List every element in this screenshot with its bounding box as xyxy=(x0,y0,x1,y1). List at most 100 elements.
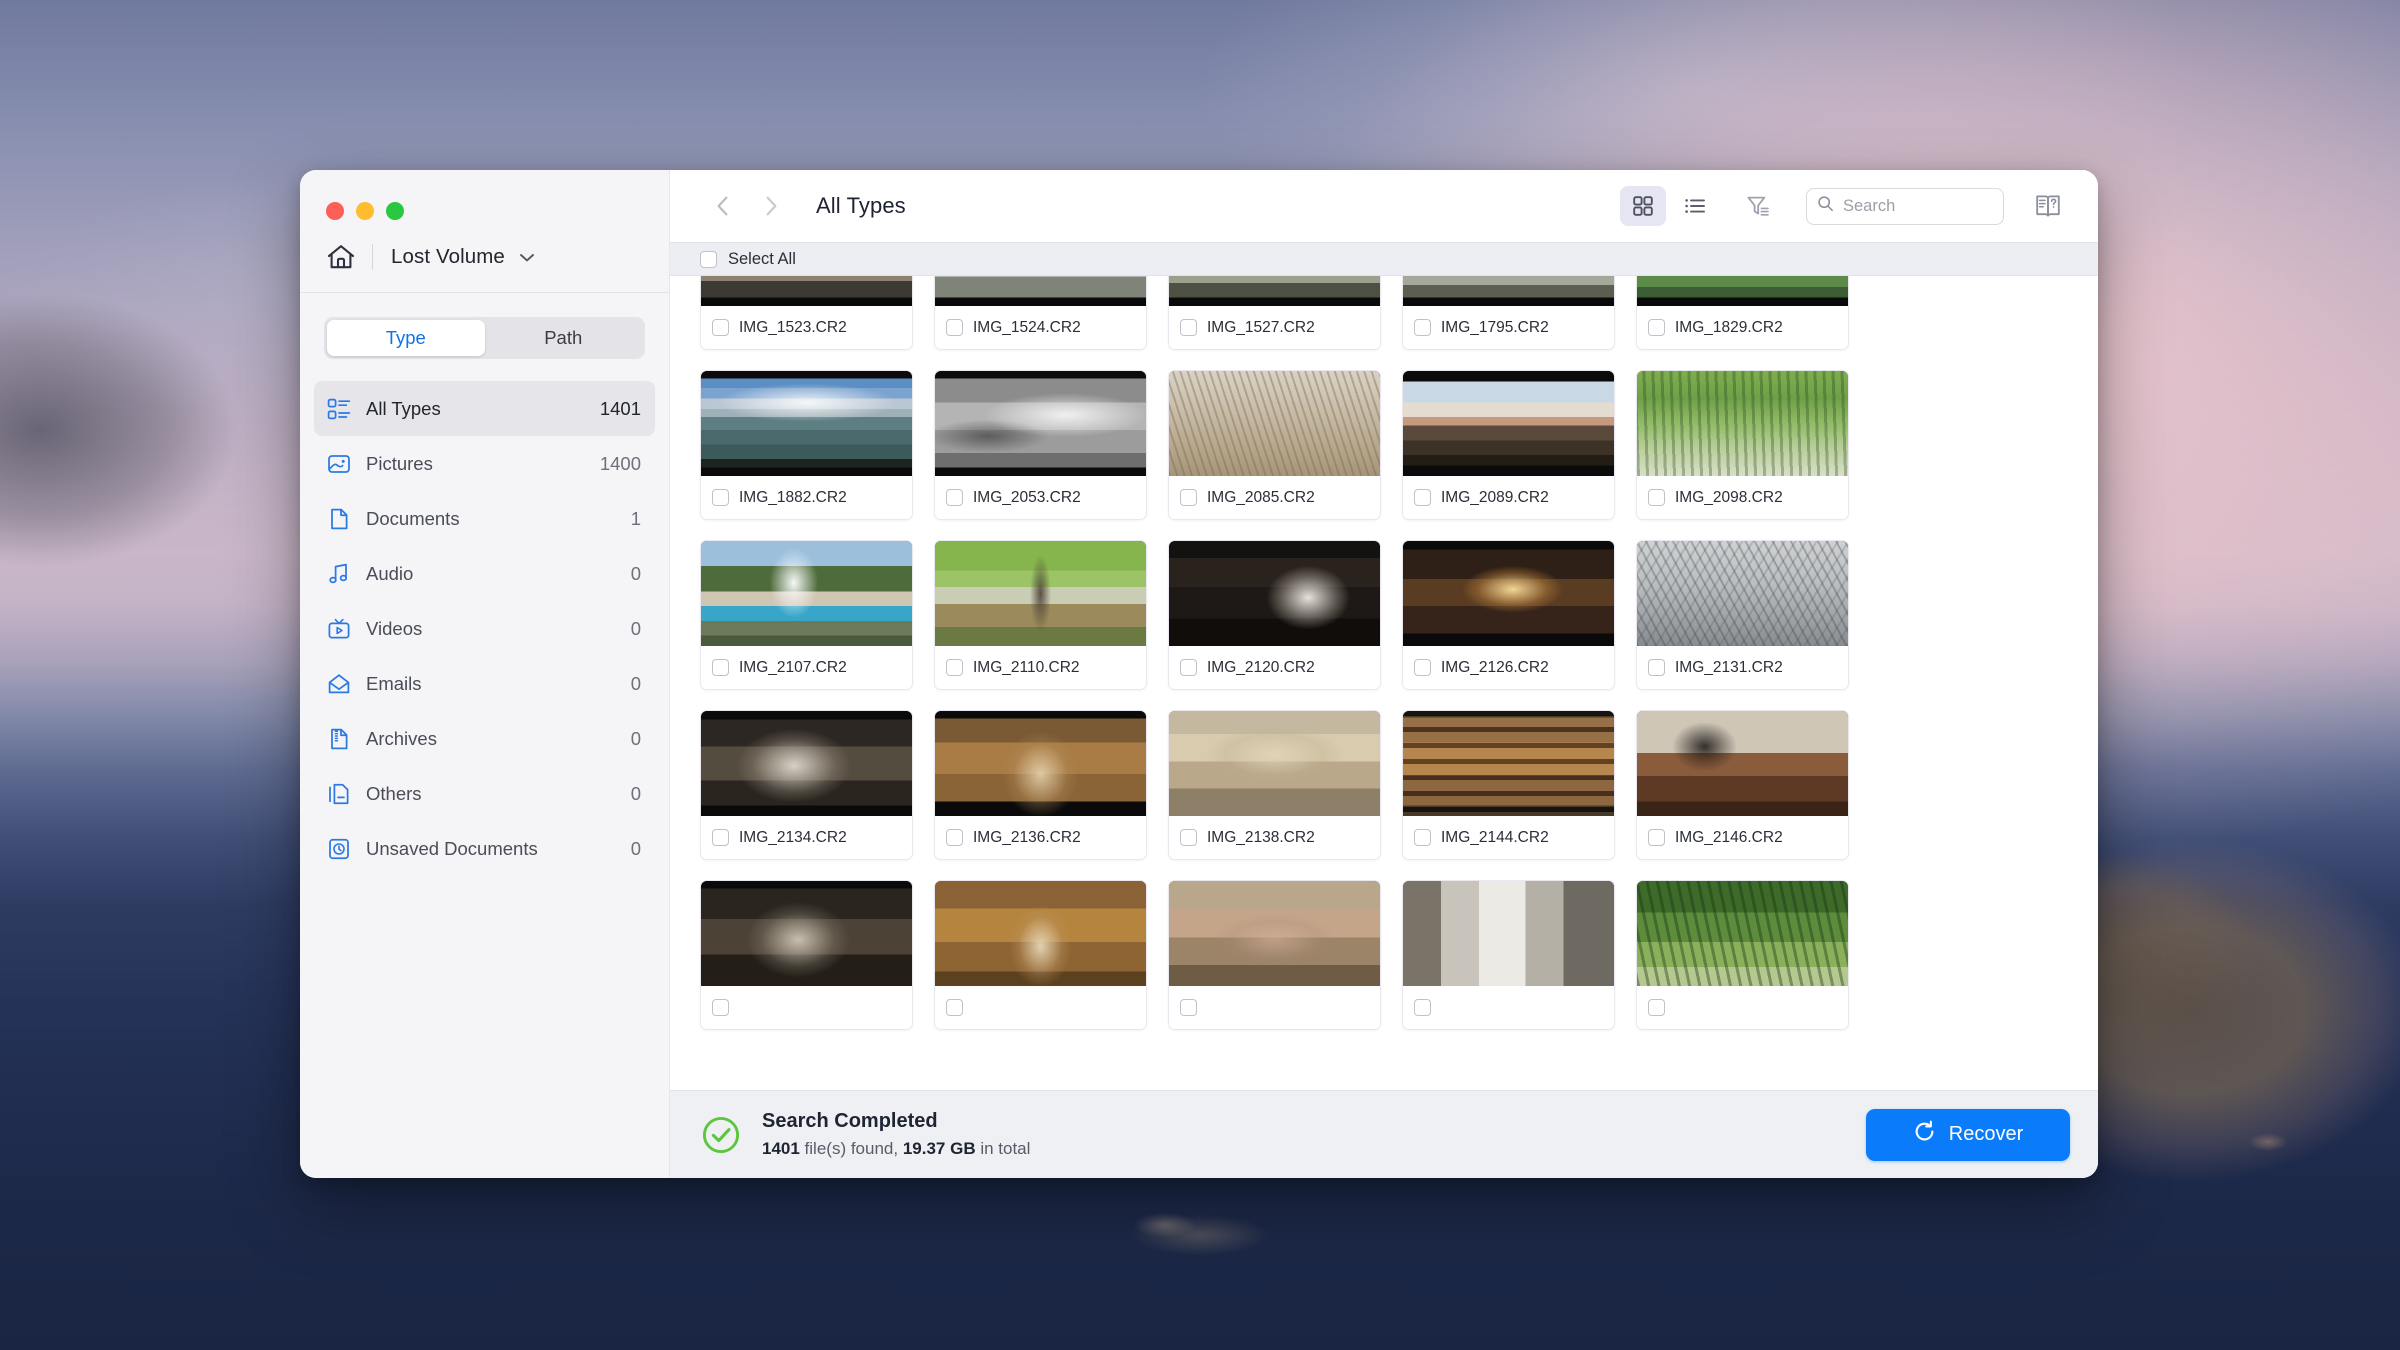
file-checkbox[interactable] xyxy=(1414,999,1431,1016)
file-card[interactable] xyxy=(1636,880,1849,1030)
list-view-button[interactable] xyxy=(1672,186,1718,226)
tab-type[interactable]: Type xyxy=(327,320,485,356)
close-button[interactable] xyxy=(326,202,344,220)
file-card[interactable]: IMG_1795.CR2 xyxy=(1402,276,1615,350)
file-thumbnail[interactable] xyxy=(1403,371,1614,476)
file-thumbnail[interactable] xyxy=(701,541,912,646)
file-checkbox[interactable] xyxy=(1414,319,1431,336)
maximize-button[interactable] xyxy=(386,202,404,220)
file-checkbox[interactable] xyxy=(1180,829,1197,846)
file-checkbox[interactable] xyxy=(1180,999,1197,1016)
file-card[interactable] xyxy=(700,880,913,1030)
file-checkbox[interactable] xyxy=(946,319,963,336)
file-checkbox[interactable] xyxy=(946,659,963,676)
file-checkbox[interactable] xyxy=(1648,999,1665,1016)
recover-button[interactable]: Recover xyxy=(1866,1108,2070,1161)
file-thumbnail[interactable] xyxy=(1637,711,1848,816)
file-card[interactable]: IMG_1524.CR2 xyxy=(934,276,1147,350)
file-card[interactable]: IMG_2136.CR2 xyxy=(934,710,1147,860)
file-thumbnail[interactable] xyxy=(935,881,1146,986)
file-checkbox[interactable] xyxy=(1414,489,1431,506)
file-thumbnail[interactable] xyxy=(1169,881,1380,986)
file-card[interactable]: IMG_2098.CR2 xyxy=(1636,370,1849,520)
file-card[interactable]: IMG_1523.CR2 xyxy=(700,276,913,350)
file-checkbox[interactable] xyxy=(1180,319,1197,336)
file-card[interactable]: IMG_1882.CR2 xyxy=(700,370,913,520)
file-card[interactable]: IMG_2126.CR2 xyxy=(1402,540,1615,690)
sidebar-item-documents[interactable]: Documents 1 xyxy=(314,491,655,546)
back-button[interactable] xyxy=(704,187,742,225)
file-card[interactable]: IMG_2146.CR2 xyxy=(1636,710,1849,860)
file-card[interactable]: IMG_2110.CR2 xyxy=(934,540,1147,690)
file-card[interactable] xyxy=(1402,880,1615,1030)
file-thumbnail[interactable] xyxy=(1637,881,1848,986)
sidebar-item-videos[interactable]: Videos 0 xyxy=(314,601,655,656)
file-checkbox[interactable] xyxy=(1180,489,1197,506)
sidebar-item-all-types[interactable]: All Types 1401 xyxy=(314,381,655,436)
sidebar-item-others[interactable]: Others 0 xyxy=(314,766,655,821)
file-checkbox[interactable] xyxy=(1414,659,1431,676)
file-checkbox[interactable] xyxy=(946,999,963,1016)
file-checkbox[interactable] xyxy=(712,999,729,1016)
sidebar-item-emails[interactable]: Emails 0 xyxy=(314,656,655,711)
file-thumbnail[interactable] xyxy=(701,881,912,986)
file-checkbox[interactable] xyxy=(712,829,729,846)
search-box[interactable] xyxy=(1806,187,2004,225)
search-input[interactable] xyxy=(1843,196,1993,216)
file-thumbnail[interactable] xyxy=(1403,541,1614,646)
select-all-bar[interactable]: Select All xyxy=(670,242,2098,276)
file-card[interactable] xyxy=(1168,880,1381,1030)
file-card[interactable]: IMG_2134.CR2 xyxy=(700,710,913,860)
forward-button[interactable] xyxy=(752,187,790,225)
file-thumbnail[interactable] xyxy=(935,276,1146,306)
file-card[interactable]: IMG_2120.CR2 xyxy=(1168,540,1381,690)
file-checkbox[interactable] xyxy=(946,829,963,846)
file-thumbnail[interactable] xyxy=(701,711,912,816)
file-grid-scroll-area[interactable]: IMG_1523.CR2 IMG_1524.CR2 IMG_1527.CR2 IMG_… xyxy=(670,276,2098,1090)
file-checkbox[interactable] xyxy=(1648,829,1665,846)
file-card[interactable]: IMG_2085.CR2 xyxy=(1168,370,1381,520)
file-checkbox[interactable] xyxy=(1648,489,1665,506)
file-checkbox[interactable] xyxy=(712,659,729,676)
file-card[interactable]: IMG_1829.CR2 xyxy=(1636,276,1849,350)
file-thumbnail[interactable] xyxy=(1169,711,1380,816)
file-thumbnail[interactable] xyxy=(701,276,912,306)
file-thumbnail[interactable] xyxy=(935,371,1146,476)
sidebar-item-unsaved-documents[interactable]: Unsaved Documents 0 xyxy=(314,821,655,876)
file-checkbox[interactable] xyxy=(712,319,729,336)
file-checkbox[interactable] xyxy=(712,489,729,506)
file-thumbnail[interactable] xyxy=(1403,881,1614,986)
home-icon[interactable] xyxy=(324,240,358,274)
file-thumbnail[interactable] xyxy=(1637,541,1848,646)
file-thumbnail[interactable] xyxy=(1637,276,1848,306)
file-thumbnail[interactable] xyxy=(935,711,1146,816)
file-thumbnail[interactable] xyxy=(1169,276,1380,306)
file-card[interactable] xyxy=(934,880,1147,1030)
tab-path[interactable]: Path xyxy=(485,320,643,356)
select-all-checkbox[interactable] xyxy=(700,250,717,268)
file-thumbnail[interactable] xyxy=(1169,541,1380,646)
sidebar-item-audio[interactable]: Audio 0 xyxy=(314,546,655,601)
manual-book-icon[interactable] xyxy=(2026,186,2070,226)
sidebar-item-pictures[interactable]: Pictures 1400 xyxy=(314,436,655,491)
chevron-down-icon[interactable] xyxy=(519,249,535,265)
file-card[interactable]: IMG_2138.CR2 xyxy=(1168,710,1381,860)
file-card[interactable]: IMG_2053.CR2 xyxy=(934,370,1147,520)
file-checkbox[interactable] xyxy=(1180,659,1197,676)
file-thumbnail[interactable] xyxy=(1403,711,1614,816)
file-thumbnail[interactable] xyxy=(1403,276,1614,306)
file-card[interactable]: IMG_1527.CR2 xyxy=(1168,276,1381,350)
file-card[interactable]: IMG_2089.CR2 xyxy=(1402,370,1615,520)
volume-selector[interactable]: Lost Volume xyxy=(300,226,669,288)
file-thumbnail[interactable] xyxy=(701,371,912,476)
file-checkbox[interactable] xyxy=(1648,319,1665,336)
file-checkbox[interactable] xyxy=(946,489,963,506)
file-card[interactable]: IMG_2131.CR2 xyxy=(1636,540,1849,690)
filter-button[interactable] xyxy=(1736,186,1780,226)
file-card[interactable]: IMG_2144.CR2 xyxy=(1402,710,1615,860)
file-checkbox[interactable] xyxy=(1414,829,1431,846)
file-checkbox[interactable] xyxy=(1648,659,1665,676)
file-thumbnail[interactable] xyxy=(935,541,1146,646)
sidebar-item-archives[interactable]: Archives 0 xyxy=(314,711,655,766)
minimize-button[interactable] xyxy=(356,202,374,220)
